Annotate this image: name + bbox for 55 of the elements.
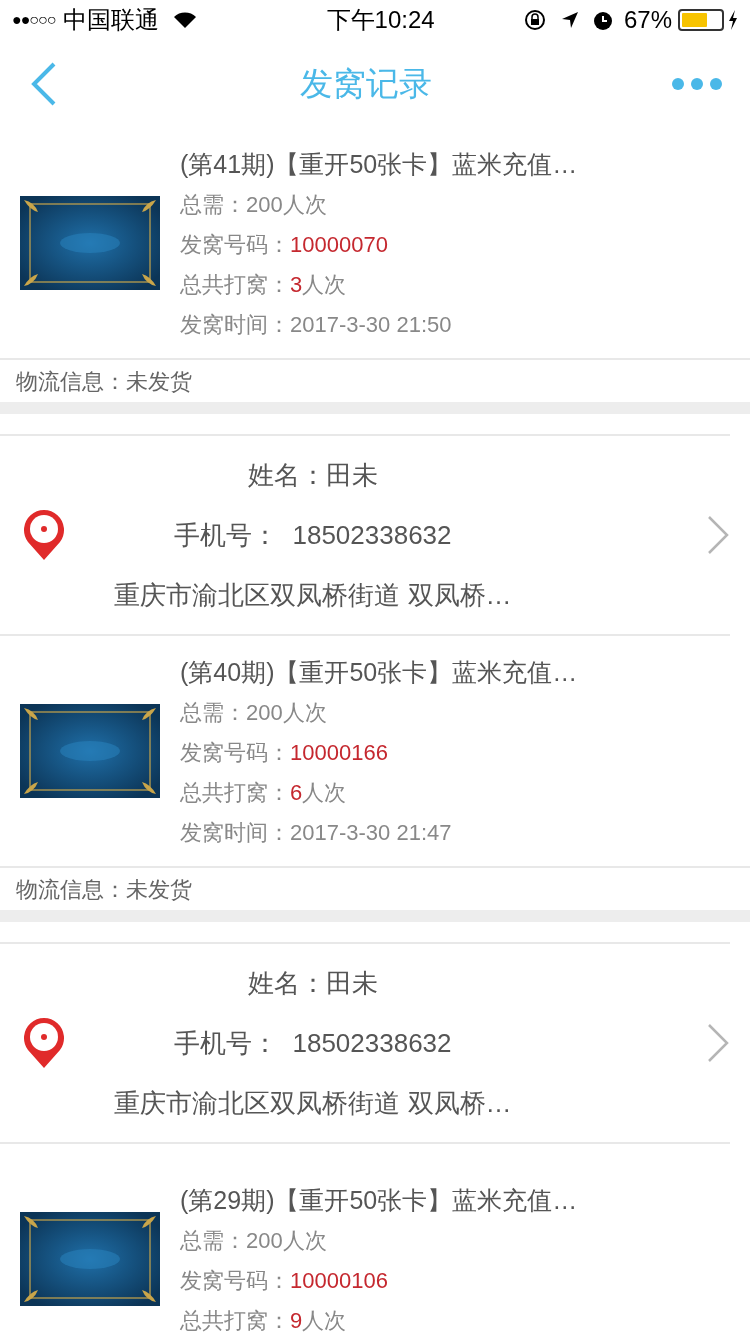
- phone-number: 18502338632: [292, 519, 452, 552]
- field-value: 2017-3-30 21:50: [290, 310, 452, 339]
- field-label: 总共打窝：: [180, 778, 290, 807]
- field-label: 发窝号码：: [180, 230, 290, 259]
- logistics-label: 物流信息：: [16, 367, 126, 396]
- address-text: 重庆市渝北区双凤桥街道 双凤桥…: [114, 579, 512, 612]
- field-value: 10000166: [290, 738, 388, 767]
- page-title: 发窝记录: [300, 64, 432, 105]
- product-title: (第41期)【重开50张卡】蓝米充值…: [180, 149, 578, 180]
- logistics-label: 物流信息：: [16, 875, 126, 904]
- product-title: (第40期)【重开50张卡】蓝米充值…: [180, 657, 578, 688]
- address-row[interactable]: 姓名：田未 手机号： 18502338632 重庆市渝北区双凤桥街道 双凤桥…: [0, 942, 730, 1144]
- address-text: 重庆市渝北区双凤桥街道 双凤桥…: [114, 1087, 512, 1120]
- field-value: 200人次: [246, 190, 327, 219]
- rotation-lock-icon: [523, 9, 546, 31]
- field-value: 10000106: [290, 1266, 388, 1295]
- field-label: 发窝号码：: [180, 738, 290, 767]
- field-label: 总需：: [180, 190, 246, 219]
- name-label: 姓名：: [248, 459, 326, 492]
- phone-number: 18502338632: [292, 1027, 452, 1060]
- field-label: 发窝号码：: [180, 1266, 290, 1295]
- field-label: 发窝时间：: [180, 310, 290, 339]
- logistics-status: 未发货: [126, 367, 192, 396]
- field-label: 总共打窝：: [180, 270, 290, 299]
- product-title: (第29期)【重开50张卡】蓝米充值…: [180, 1185, 578, 1216]
- field-label: 总需：: [180, 698, 246, 727]
- location-pin-icon: [22, 1017, 66, 1069]
- logistics-status: 未发货: [126, 875, 192, 904]
- recipient-name: 田未: [326, 459, 378, 492]
- phone-label: 手机号：: [174, 519, 279, 552]
- field-value: 9人次: [290, 1306, 347, 1334]
- recipient-name: 田未: [326, 967, 378, 1000]
- carrier-name: 中国联通: [63, 5, 160, 35]
- battery-percent: 67%: [623, 5, 672, 35]
- field-label: 总共打窝：: [180, 1306, 290, 1334]
- address-row[interactable]: 姓名：田未 手机号： 18502338632 重庆市渝北区双凤桥街道 双凤桥…: [0, 434, 730, 636]
- charging-bolt-icon: [728, 10, 738, 30]
- field-value: 2017-3-30 21:47: [290, 818, 452, 847]
- chevron-right-icon: [706, 1023, 730, 1063]
- clock-time: 下午10:24: [325, 5, 435, 35]
- alarm-icon: [591, 9, 614, 31]
- phone-label: 手机号：: [174, 1027, 279, 1060]
- field-value: 200人次: [246, 698, 327, 727]
- field-label: 发窝时间：: [180, 818, 290, 847]
- field-value: 200人次: [246, 1226, 327, 1255]
- field-value: 10000070: [290, 230, 388, 259]
- battery-icon: [678, 9, 724, 31]
- signal-indicator: ●●○○○: [12, 10, 56, 30]
- location-pin-icon: [22, 509, 66, 561]
- field-value: 3人次: [290, 270, 347, 299]
- field-label: 总需：: [180, 1226, 246, 1255]
- chevron-right-icon: [706, 515, 730, 555]
- name-label: 姓名：: [248, 967, 326, 1000]
- field-value: 6人次: [290, 778, 347, 807]
- wifi-icon: [173, 11, 198, 29]
